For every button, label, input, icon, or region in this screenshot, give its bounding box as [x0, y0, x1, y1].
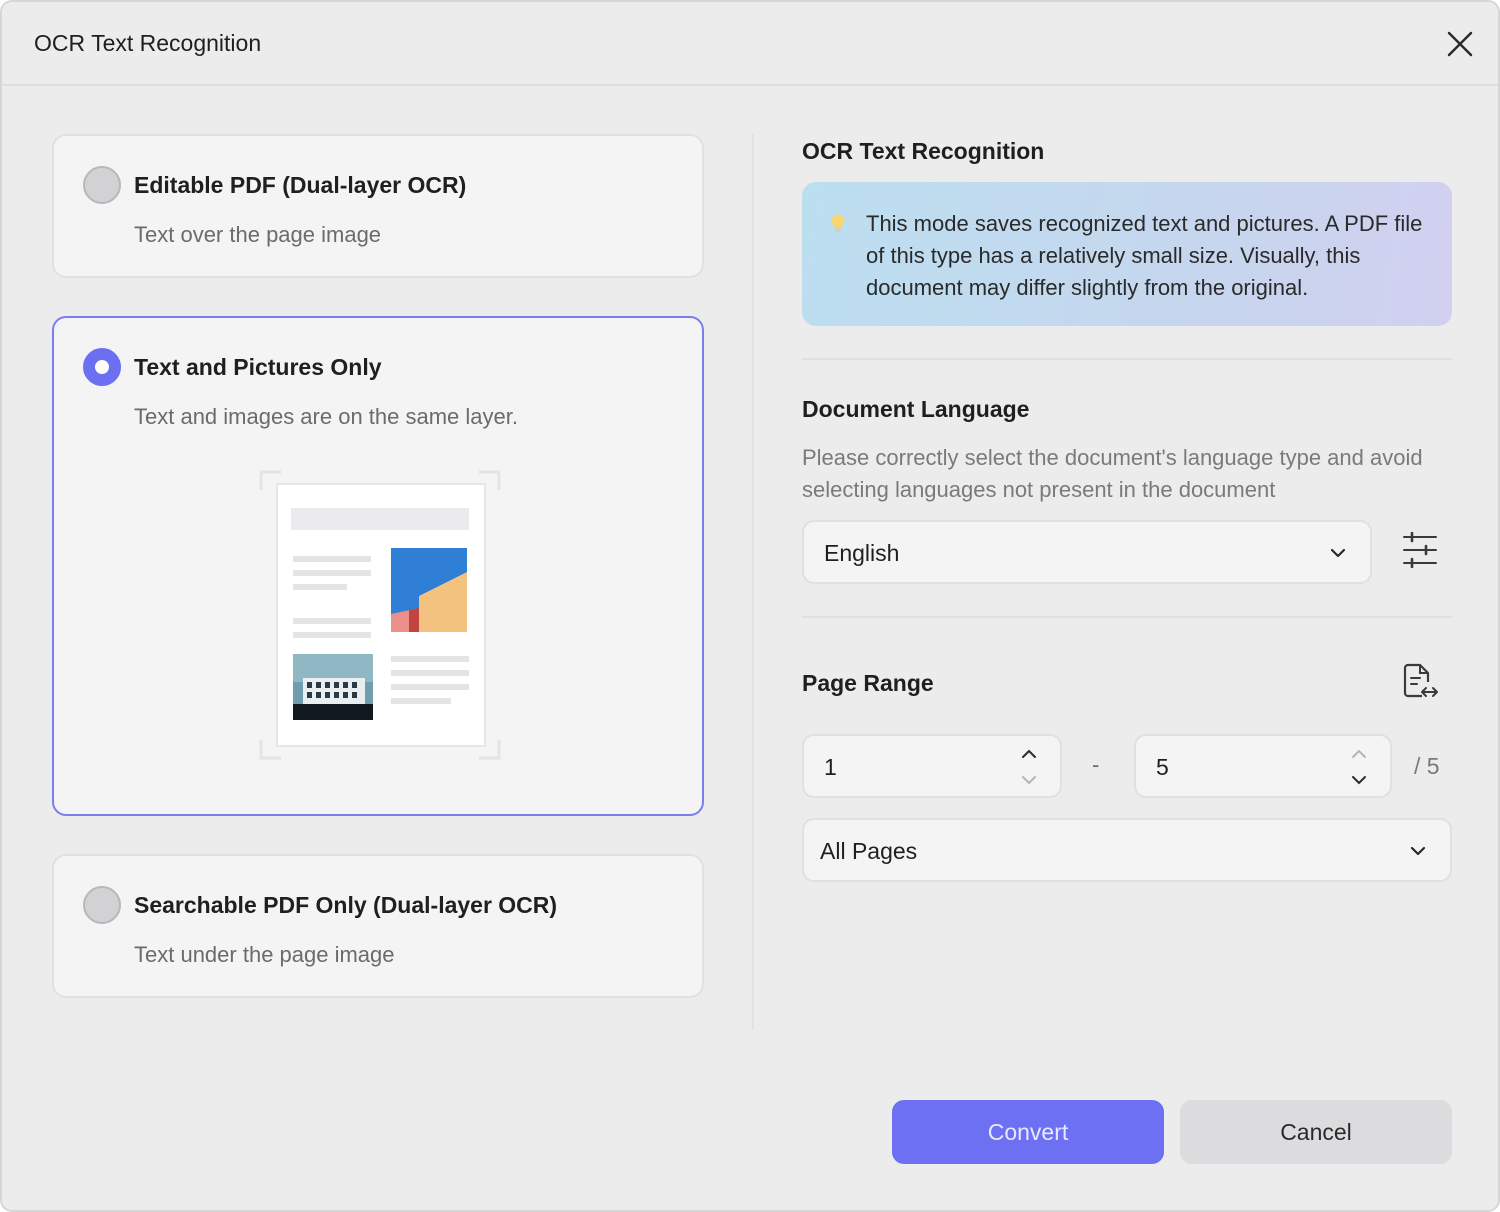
ocr-section-title: OCR Text Recognition [802, 138, 1045, 164]
ocr-dialog: OCR Text Recognition Editable PDF (Dual-… [0, 0, 1500, 1212]
chevron-down-icon [1330, 548, 1346, 558]
language-section-title: Document Language [802, 396, 1030, 422]
page-swap-icon [1403, 663, 1438, 698]
page-range-value: All Pages [820, 838, 918, 864]
option-text-and-pictures[interactable]: Text and Pictures Only Text and images a… [52, 316, 704, 816]
page-from-value: 1 [824, 754, 837, 780]
option-title: Text and Pictures Only [134, 354, 382, 380]
page-to-value: 5 [1156, 754, 1169, 780]
radio-editable-pdf[interactable] [83, 166, 121, 204]
title-bar: OCR Text Recognition [2, 2, 1498, 86]
close-button[interactable] [1442, 26, 1478, 62]
option-subtitle: Text under the page image [134, 942, 395, 967]
language-select[interactable]: English [802, 520, 1372, 584]
option-subtitle: Text over the page image [134, 222, 382, 247]
cancel-button[interactable]: Cancel [1180, 1100, 1452, 1164]
document-illustration [259, 470, 501, 760]
tip-text: This mode saves recognized text and pict… [866, 211, 1423, 300]
close-icon [1447, 31, 1473, 57]
dialog-title: OCR Text Recognition [34, 30, 262, 56]
range-dash: - [1092, 752, 1100, 777]
sliders-icon [1403, 531, 1437, 569]
page-swap-button[interactable] [1400, 662, 1440, 702]
option-title: Searchable PDF Only (Dual-layer OCR) [134, 892, 558, 918]
radio-text-and-pictures[interactable] [83, 348, 121, 386]
option-subtitle: Text and images are on the same layer. [134, 404, 518, 429]
language-value: English [824, 540, 900, 566]
section-divider [802, 358, 1452, 360]
language-description: Please correctly select the document's l… [802, 445, 1423, 502]
stepper-icon[interactable] [1020, 748, 1038, 786]
page-to-input[interactable]: 5 [1134, 734, 1392, 798]
stepper-icon[interactable] [1350, 748, 1368, 786]
option-searchable-pdf[interactable]: Searchable PDF Only (Dual-layer OCR) Tex… [52, 854, 704, 998]
page-range-title: Page Range [802, 670, 934, 696]
lightbulb-icon [831, 214, 845, 232]
convert-button[interactable]: Convert [892, 1100, 1164, 1164]
mode-tip: This mode saves recognized text and pict… [802, 182, 1452, 326]
chevron-down-icon [1410, 846, 1426, 856]
page-from-input[interactable]: 1 [802, 734, 1062, 798]
radio-searchable-pdf[interactable] [83, 886, 121, 924]
language-settings-button[interactable] [1402, 531, 1438, 569]
panel-divider [752, 134, 754, 1030]
page-range-select[interactable]: All Pages [802, 818, 1452, 882]
option-editable-pdf[interactable]: Editable PDF (Dual-layer OCR) Text over … [52, 134, 704, 278]
total-pages: / 5 [1414, 753, 1440, 779]
option-title: Editable PDF (Dual-layer OCR) [134, 172, 467, 198]
section-divider [802, 616, 1452, 618]
